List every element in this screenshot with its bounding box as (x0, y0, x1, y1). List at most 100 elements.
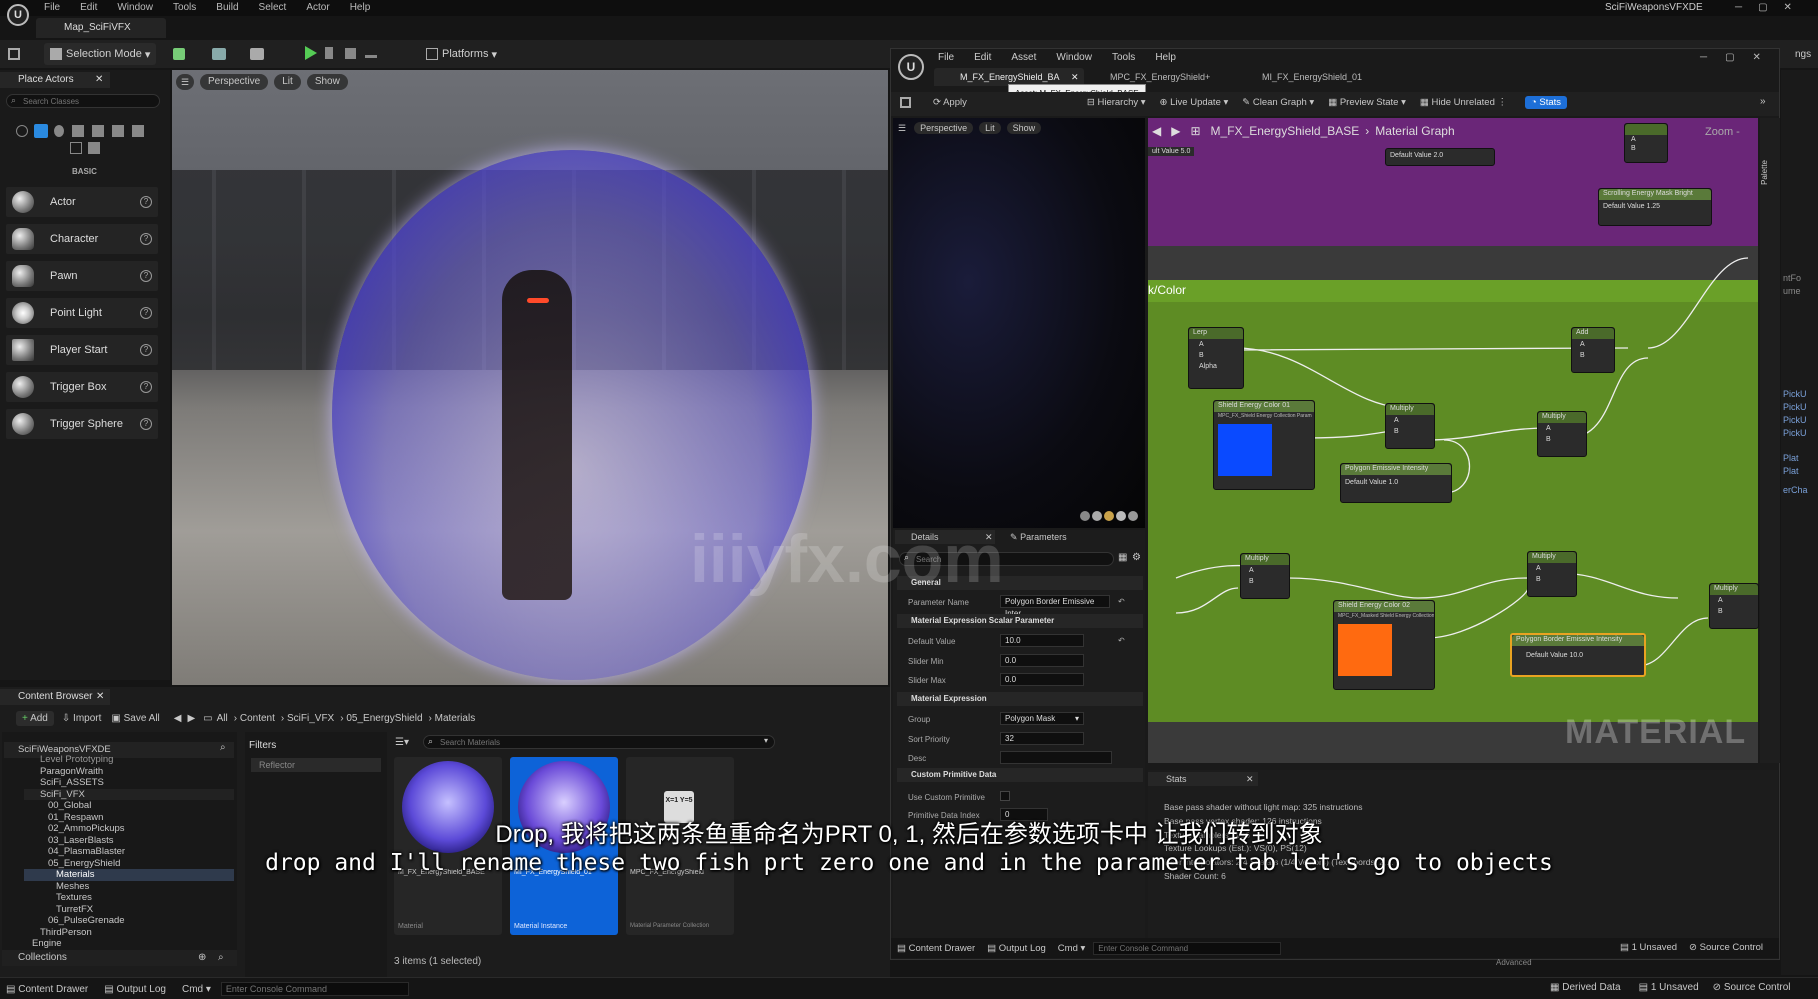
group-dropdown[interactable]: Polygon Mask ▾ (1000, 712, 1084, 725)
me-menu-tools[interactable]: Tools (1112, 52, 1135, 63)
right-partial-item[interactable]: PickU (1783, 388, 1808, 401)
preview-menu-icon[interactable]: ☰ (898, 123, 906, 134)
right-partial-item[interactable]: PickU (1783, 427, 1808, 440)
settings-label-partial[interactable]: ngs (1795, 49, 1811, 60)
material-preview-viewport[interactable] (893, 118, 1145, 528)
tree-item[interactable]: 06_PulseGrenade (24, 915, 234, 927)
node-multiply-5[interactable]: Multiply A B (1709, 583, 1759, 629)
filter-chip[interactable]: Reflector (251, 758, 381, 772)
node-pin-a[interactable]: A (1528, 563, 1576, 574)
me-source-control-button[interactable]: ⊘ Source Control (1689, 942, 1763, 953)
eject-icon[interactable] (365, 48, 377, 58)
material-expression-section[interactable]: Material Expression (897, 692, 1143, 706)
menu-build[interactable]: Build (216, 2, 238, 13)
node-pin-b[interactable]: B (1625, 144, 1667, 153)
clean-graph-button[interactable]: ✎ Clean Graph ▾ (1242, 97, 1314, 108)
actor-item-player-start[interactable]: Player Start? (6, 335, 158, 365)
history-back-icon[interactable]: ◀ (174, 713, 182, 724)
node-pin-a[interactable]: A (1241, 565, 1289, 576)
node-pin-a[interactable]: A (1710, 595, 1758, 606)
node-pin-a[interactable]: A (1572, 339, 1614, 350)
tree-item[interactable]: Level Prototyping (24, 754, 234, 766)
content-drawer-button[interactable]: ▤ Content Drawer (6, 984, 88, 995)
live-update-button[interactable]: ⊕ Live Update ▾ (1160, 97, 1229, 108)
right-partial-item[interactable]: PickU (1783, 401, 1808, 414)
me-maximize-icon[interactable]: ▢ (1725, 52, 1734, 63)
node-pin-b[interactable]: B (1710, 606, 1758, 617)
breadcrumb-materials[interactable]: Materials (435, 713, 476, 724)
right-partial-item[interactable]: PickU (1783, 414, 1808, 427)
me-content-drawer-button[interactable]: ▤ Content Drawer (897, 943, 975, 954)
breadcrumb-energyshield[interactable]: 05_EnergyShield (346, 713, 422, 724)
me-unsaved-button[interactable]: ▤ 1 Unsaved (1620, 942, 1677, 953)
me-menu-file[interactable]: File (938, 52, 954, 63)
tree-item[interactable]: SciFi_ASSETS (24, 777, 234, 789)
default-reset-icon[interactable]: ↶ (1118, 636, 1125, 645)
breadcrumb-material[interactable]: M_FX_EnergyShield_BASE (1211, 124, 1360, 138)
viewport-menu-icon[interactable]: ☰ (176, 74, 194, 90)
tree-item[interactable]: Textures (24, 892, 234, 904)
node-param-top1[interactable]: Default Value 2.0 (1385, 148, 1495, 166)
actor-item-character[interactable]: Character? (6, 224, 158, 254)
toolbar-overflow-icon[interactable]: » (1760, 96, 1766, 107)
play-icon[interactable] (305, 46, 317, 60)
help-icon[interactable]: ? (140, 270, 152, 282)
cube-icon[interactable] (1116, 511, 1126, 521)
details-view-icon[interactable]: ▦ (1118, 552, 1127, 563)
preview-lit-button[interactable]: Lit (979, 122, 1001, 134)
me-menu-asset[interactable]: Asset (1011, 52, 1036, 63)
breadcrumb-scifi-vfx[interactable]: SciFi_VFX (287, 713, 334, 724)
sphere-icon[interactable] (1092, 511, 1102, 521)
me-logo[interactable]: U (898, 54, 924, 80)
menu-edit[interactable]: Edit (80, 2, 97, 13)
parameter-name-field[interactable]: Polygon Border Emissive Inter (1000, 595, 1110, 618)
node-pin-b[interactable]: B (1572, 350, 1614, 361)
custom-primitive-section[interactable]: Custom Primitive Data (897, 768, 1143, 782)
breadcrumb-content[interactable]: Content (240, 713, 275, 724)
menu-actor[interactable]: Actor (306, 2, 329, 13)
me-console-input[interactable] (1093, 942, 1282, 955)
help-icon[interactable]: ? (140, 381, 152, 393)
derived-data-button[interactable]: ▦ Derived Data (1550, 982, 1621, 993)
teapot-icon[interactable] (1128, 511, 1138, 521)
tree-item[interactable]: Engine (24, 938, 234, 950)
basic-icon[interactable] (34, 124, 48, 138)
preview-show-button[interactable]: Show (1006, 122, 1042, 134)
recent-icon[interactable] (16, 125, 28, 137)
tree-item[interactable]: ParagonWraith (24, 766, 234, 778)
cmd-dropdown[interactable]: Cmd ▾ (182, 984, 211, 995)
add-collection-icon[interactable]: ⊕ (198, 950, 206, 966)
stats-close-icon[interactable]: ✕ (1246, 772, 1254, 786)
menu-file[interactable]: File (44, 2, 60, 13)
map-tab[interactable]: Map_SciFiVFX (36, 18, 166, 38)
node-polygon-border-emissive-intensity[interactable]: Polygon Border Emissive Intensity Default… (1510, 633, 1646, 677)
help-icon[interactable]: ? (140, 307, 152, 319)
place-actors-search[interactable]: ⌕ (6, 94, 160, 108)
plane-icon[interactable] (1104, 511, 1114, 521)
node-pin-a[interactable]: A (1386, 415, 1434, 426)
node-shield-energy-color-02[interactable]: Shield Energy Color 02 MPC_FX_Masked Shie… (1333, 600, 1435, 690)
stats-tab[interactable]: Stats ✕ (1148, 772, 1258, 786)
graph-tree-icon[interactable]: ⊞ (1190, 124, 1200, 138)
cinematic-icon[interactable] (92, 125, 104, 137)
actor-item-trigger-sphere[interactable]: Trigger Sphere? (6, 409, 158, 439)
node-pin-a[interactable]: A (1189, 339, 1243, 350)
right-partial-item[interactable]: erCha (1783, 484, 1808, 497)
preview-state-button[interactable]: ▦ Preview State ▾ (1328, 97, 1406, 108)
node-polygon-emissive-intensity[interactable]: Polygon Emissive Intensity Default Value … (1340, 463, 1452, 503)
right-partial-item[interactable]: Plat (1783, 465, 1808, 478)
default-value-field[interactable]: 10.0 (1000, 634, 1084, 647)
node-shield-energy-color-01[interactable]: Shield Energy Color 01 MPC_FX_Shield Ener… (1213, 400, 1315, 490)
visual-effects-icon[interactable] (112, 125, 124, 137)
place-actors-close-icon[interactable]: ✕ (95, 72, 103, 88)
add-actor-icon[interactable] (173, 48, 185, 60)
me-tab-mi[interactable]: MI_FX_EnergyShield_01 (1244, 68, 1394, 86)
content-browser-tab[interactable]: Content Browser ✕ (0, 689, 110, 705)
asset-search[interactable]: ⌕ ▾ (423, 735, 775, 749)
stop-icon[interactable] (345, 48, 356, 59)
use-custom-primitive-checkbox[interactable] (1000, 791, 1010, 801)
node-pin-b[interactable]: B (1386, 426, 1434, 437)
graph-back-icon[interactable]: ◀ (1152, 124, 1161, 138)
stats-button[interactable]: ◔ Stats (1525, 96, 1568, 109)
history-forward-icon[interactable]: ▶ (187, 713, 195, 724)
